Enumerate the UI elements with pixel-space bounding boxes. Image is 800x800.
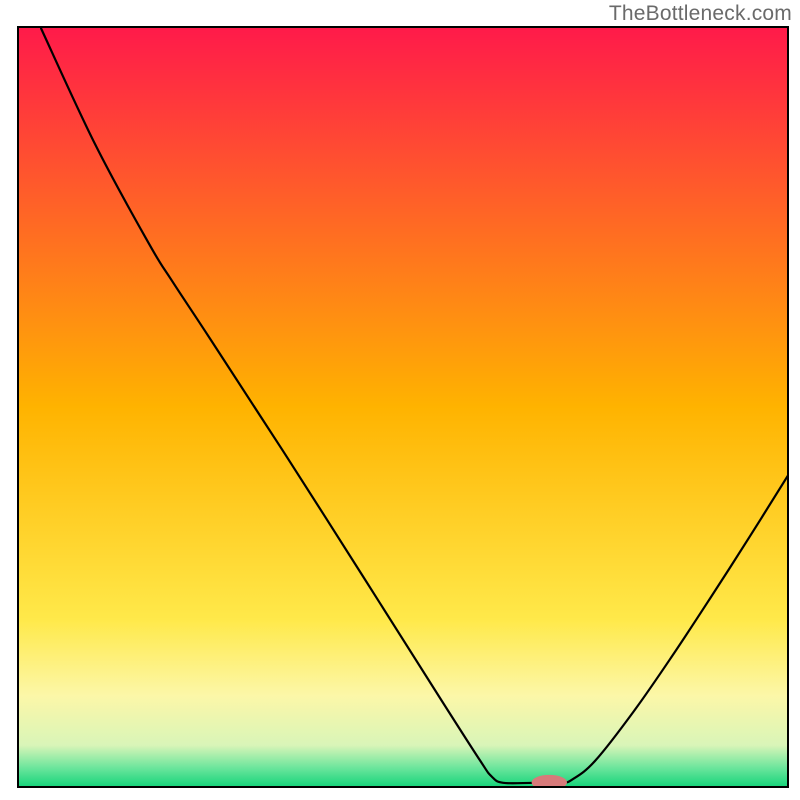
watermark-text: TheBottleneck.com <box>609 2 792 26</box>
gradient-background <box>18 27 788 787</box>
bottleneck-chart <box>0 0 800 800</box>
chart-container: { "watermark": "TheBottleneck.com", "cha… <box>0 0 800 800</box>
